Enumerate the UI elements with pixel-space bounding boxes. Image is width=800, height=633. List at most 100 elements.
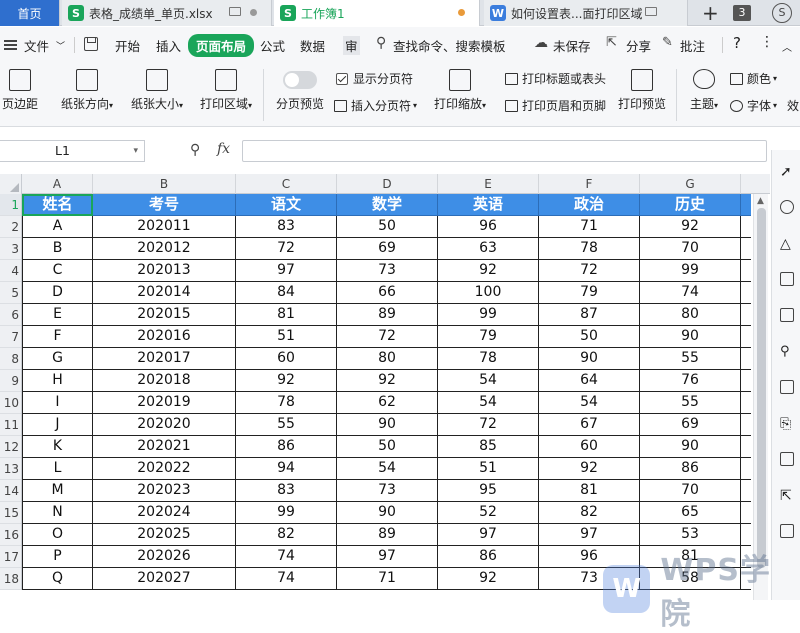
- empty-cell[interactable]: [741, 480, 751, 502]
- table-cell[interactable]: 52: [438, 502, 539, 524]
- header-cell[interactable]: 语文: [236, 194, 337, 216]
- row-header[interactable]: 8: [0, 348, 21, 370]
- menu-formula[interactable]: 公式: [260, 36, 285, 55]
- menu-file[interactable]: 文件: [24, 36, 49, 55]
- header-cell[interactable]: 考号: [93, 194, 236, 216]
- table-cell[interactable]: J: [22, 414, 93, 436]
- empty-cell[interactable]: [741, 502, 751, 524]
- empty-cell[interactable]: [741, 348, 751, 370]
- table-cell[interactable]: 90: [539, 348, 640, 370]
- table-cell[interactable]: K: [22, 436, 93, 458]
- formula-input[interactable]: [242, 140, 767, 162]
- table-cell[interactable]: 94: [236, 458, 337, 480]
- table-cell[interactable]: 76: [640, 370, 741, 392]
- table-cell[interactable]: 92: [640, 216, 741, 238]
- paper-size-button[interactable]: 纸张大小▾: [126, 69, 188, 112]
- table-cell[interactable]: 65: [640, 502, 741, 524]
- chevron-down-icon[interactable]: ▾: [133, 141, 138, 161]
- archive-icon[interactable]: [780, 524, 794, 538]
- empty-cell[interactable]: [741, 414, 751, 436]
- table-cell[interactable]: 84: [236, 282, 337, 304]
- effects-label[interactable]: 效: [787, 97, 799, 114]
- empty-cell[interactable]: [741, 216, 751, 238]
- table-cell[interactable]: 97: [539, 524, 640, 546]
- table-cell[interactable]: 86: [236, 436, 337, 458]
- comment-button[interactable]: 批注: [680, 36, 705, 55]
- grid-apps-icon[interactable]: [780, 308, 794, 322]
- header-cell[interactable]: 英语: [438, 194, 539, 216]
- table-cell[interactable]: 55: [640, 348, 741, 370]
- properties-icon[interactable]: [780, 380, 794, 394]
- table-cell[interactable]: G: [22, 348, 93, 370]
- name-box[interactable]: L1 ▾: [0, 140, 145, 162]
- chevron-down-icon[interactable]: ﹀: [56, 39, 65, 52]
- print-header-footer-button[interactable]: 打印页眉和页脚: [505, 97, 606, 114]
- row-header[interactable]: 15: [0, 502, 21, 524]
- row-header[interactable]: 1: [0, 194, 21, 216]
- table-cell[interactable]: 97: [337, 546, 438, 568]
- table-cell[interactable]: C: [22, 260, 93, 282]
- row-header[interactable]: 13: [0, 458, 21, 480]
- table-cell[interactable]: L: [22, 458, 93, 480]
- table-cell[interactable]: 202027: [93, 568, 236, 590]
- hamburger-menu-icon[interactable]: [4, 40, 17, 50]
- table-cell[interactable]: 202019: [93, 392, 236, 414]
- table-cell[interactable]: 92: [236, 370, 337, 392]
- table-cell[interactable]: 80: [640, 304, 741, 326]
- table-cell[interactable]: 64: [539, 370, 640, 392]
- table-cell[interactable]: 202013: [93, 260, 236, 282]
- table-cell[interactable]: 81: [236, 304, 337, 326]
- unsaved-status[interactable]: 未保存: [553, 36, 591, 55]
- table-cell[interactable]: 202020: [93, 414, 236, 436]
- table-cell[interactable]: 74: [640, 282, 741, 304]
- cursor-icon[interactable]: ➚: [780, 164, 794, 180]
- help-icon[interactable]: ?: [733, 34, 741, 52]
- row-header[interactable]: 9: [0, 370, 21, 392]
- table-cell[interactable]: 87: [539, 304, 640, 326]
- print-preview-button[interactable]: 打印预览: [614, 69, 670, 112]
- table-cell[interactable]: 202025: [93, 524, 236, 546]
- table-cell[interactable]: 92: [438, 260, 539, 282]
- collapse-ribbon-icon[interactable]: ︿: [782, 39, 792, 54]
- user-avatar-icon[interactable]: S: [772, 3, 792, 23]
- margins-button[interactable]: 页边距: [0, 69, 40, 112]
- table-cell[interactable]: 99: [438, 304, 539, 326]
- table-cell[interactable]: 74: [236, 546, 337, 568]
- filter-icon[interactable]: ⚲: [780, 344, 794, 359]
- select-all-corner[interactable]: [0, 174, 22, 194]
- table-cell[interactable]: 71: [337, 568, 438, 590]
- share-button[interactable]: 分享: [626, 36, 651, 55]
- table-cell[interactable]: 202021: [93, 436, 236, 458]
- table-cell[interactable]: O: [22, 524, 93, 546]
- table-cell[interactable]: 202016: [93, 326, 236, 348]
- table-cell[interactable]: 202011: [93, 216, 236, 238]
- table-cell[interactable]: 202014: [93, 282, 236, 304]
- table-cell[interactable]: 79: [539, 282, 640, 304]
- column-header-a[interactable]: A: [22, 174, 93, 194]
- empty-cell[interactable]: [741, 304, 751, 326]
- row-header[interactable]: 6: [0, 304, 21, 326]
- header-cell[interactable]: 政治: [539, 194, 640, 216]
- more-options-icon[interactable]: ⋮: [760, 34, 774, 50]
- table-cell[interactable]: 54: [438, 392, 539, 414]
- tab-home[interactable]: 首页: [0, 0, 60, 26]
- table-cell[interactable]: 79: [438, 326, 539, 348]
- table-cell[interactable]: 99: [640, 260, 741, 282]
- tab-count-badge[interactable]: 3: [733, 5, 751, 21]
- font-button[interactable]: 字体 ▾ 效: [730, 97, 799, 114]
- table-cell[interactable]: 81: [539, 480, 640, 502]
- table-cell[interactable]: N: [22, 502, 93, 524]
- row-header[interactable]: 16: [0, 524, 21, 546]
- table-cell[interactable]: 86: [640, 458, 741, 480]
- shapes-icon[interactable]: [780, 200, 794, 214]
- table-cell[interactable]: 73: [337, 260, 438, 282]
- new-tab-plus-icon[interactable]: +: [702, 1, 719, 25]
- table-icon[interactable]: [780, 272, 794, 286]
- table-cell[interactable]: 95: [438, 480, 539, 502]
- table-cell[interactable]: 72: [337, 326, 438, 348]
- table-cell[interactable]: 53: [640, 524, 741, 546]
- row-header[interactable]: 7: [0, 326, 21, 348]
- column-header-b[interactable]: B: [93, 174, 236, 194]
- table-cell[interactable]: 70: [640, 238, 741, 260]
- table-cell[interactable]: 67: [539, 414, 640, 436]
